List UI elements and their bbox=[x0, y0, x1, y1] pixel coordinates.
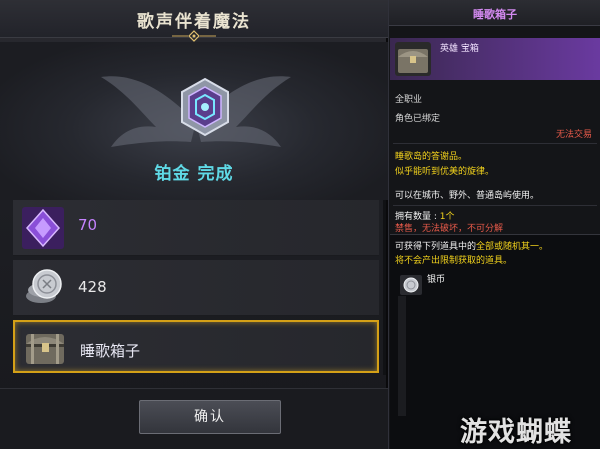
completion-banner: 铂金 完成 bbox=[0, 42, 388, 200]
reward-item-name: 睡歌箱子 bbox=[80, 342, 141, 360]
quest-reward-panel: 歌声伴着魔法 铂金 完成 70 428 睡歌箱子 确认 bbox=[0, 0, 388, 449]
tooltip-item-title: 睡歌箱子 bbox=[473, 8, 517, 21]
box-contents-line: 可获得下列道具中的全部或随机其一。 bbox=[395, 239, 548, 252]
tooltip-header: 睡歌箱子 bbox=[389, 0, 600, 26]
box-contents-highlight: 全部或随机其一。 bbox=[476, 242, 549, 252]
title-ornament-icon bbox=[172, 30, 216, 42]
box-contents-text: 可获得下列道具中的 bbox=[395, 242, 477, 252]
binding-text: 角色已绑定 bbox=[395, 114, 441, 124]
tooltip-divider bbox=[393, 143, 597, 144]
confirm-button[interactable]: 确认 bbox=[139, 400, 281, 434]
reward-amount: 70 bbox=[78, 216, 98, 234]
reward-item-crystal[interactable]: 70 bbox=[13, 200, 379, 256]
panel-title-bar: 歌声伴着魔法 bbox=[0, 0, 388, 42]
item-tooltip: 睡歌箱子 英雄 宝箱 全职业 角色已绑定 无法交易 睡歌岛的答谢品。 似乎能听到… bbox=[388, 0, 600, 449]
box-content-item-name: 银币 bbox=[427, 275, 446, 285]
box-contents-scrollbar[interactable] bbox=[398, 296, 406, 416]
item-desc-line: 似乎能听到优美的旋律。 bbox=[395, 167, 495, 177]
treasure-chest-icon bbox=[26, 334, 64, 364]
reward-amount: 428 bbox=[78, 278, 107, 296]
completion-grade-text: 铂金 完成 bbox=[154, 164, 234, 184]
box-contents-note: 将不会产出限制获取的道具。 bbox=[395, 256, 513, 266]
reward-list-scrollbar[interactable] bbox=[383, 200, 386, 375]
trade-status-text: 无法交易 bbox=[555, 130, 592, 140]
reward-item-silver[interactable]: 428 bbox=[13, 260, 379, 316]
watermark-logo: 游戏蝴蝶 bbox=[460, 417, 572, 448]
reward-list: 70 428 睡歌箱子 bbox=[13, 200, 379, 378]
treasure-chest-icon bbox=[395, 42, 431, 76]
class-restriction-text: 全职业 bbox=[395, 95, 423, 105]
purple-crystal-icon bbox=[22, 207, 64, 249]
silver-coin-icon bbox=[400, 275, 422, 295]
reward-item-chest-selected[interactable]: 睡歌箱子 bbox=[13, 320, 379, 373]
silver-coin-icon bbox=[26, 269, 62, 303]
item-restrictions-text: 禁售，无法破坏，不可分解 bbox=[395, 224, 504, 234]
usage-location-text: 可以在城市、野外、普通岛屿使用。 bbox=[395, 191, 540, 201]
tooltip-divider bbox=[393, 205, 597, 206]
item-grade-text: 英雄 宝箱 bbox=[440, 44, 479, 54]
item-desc-line: 睡歌岛的答谢品。 bbox=[395, 152, 468, 162]
platinum-medal-icon bbox=[181, 77, 229, 137]
